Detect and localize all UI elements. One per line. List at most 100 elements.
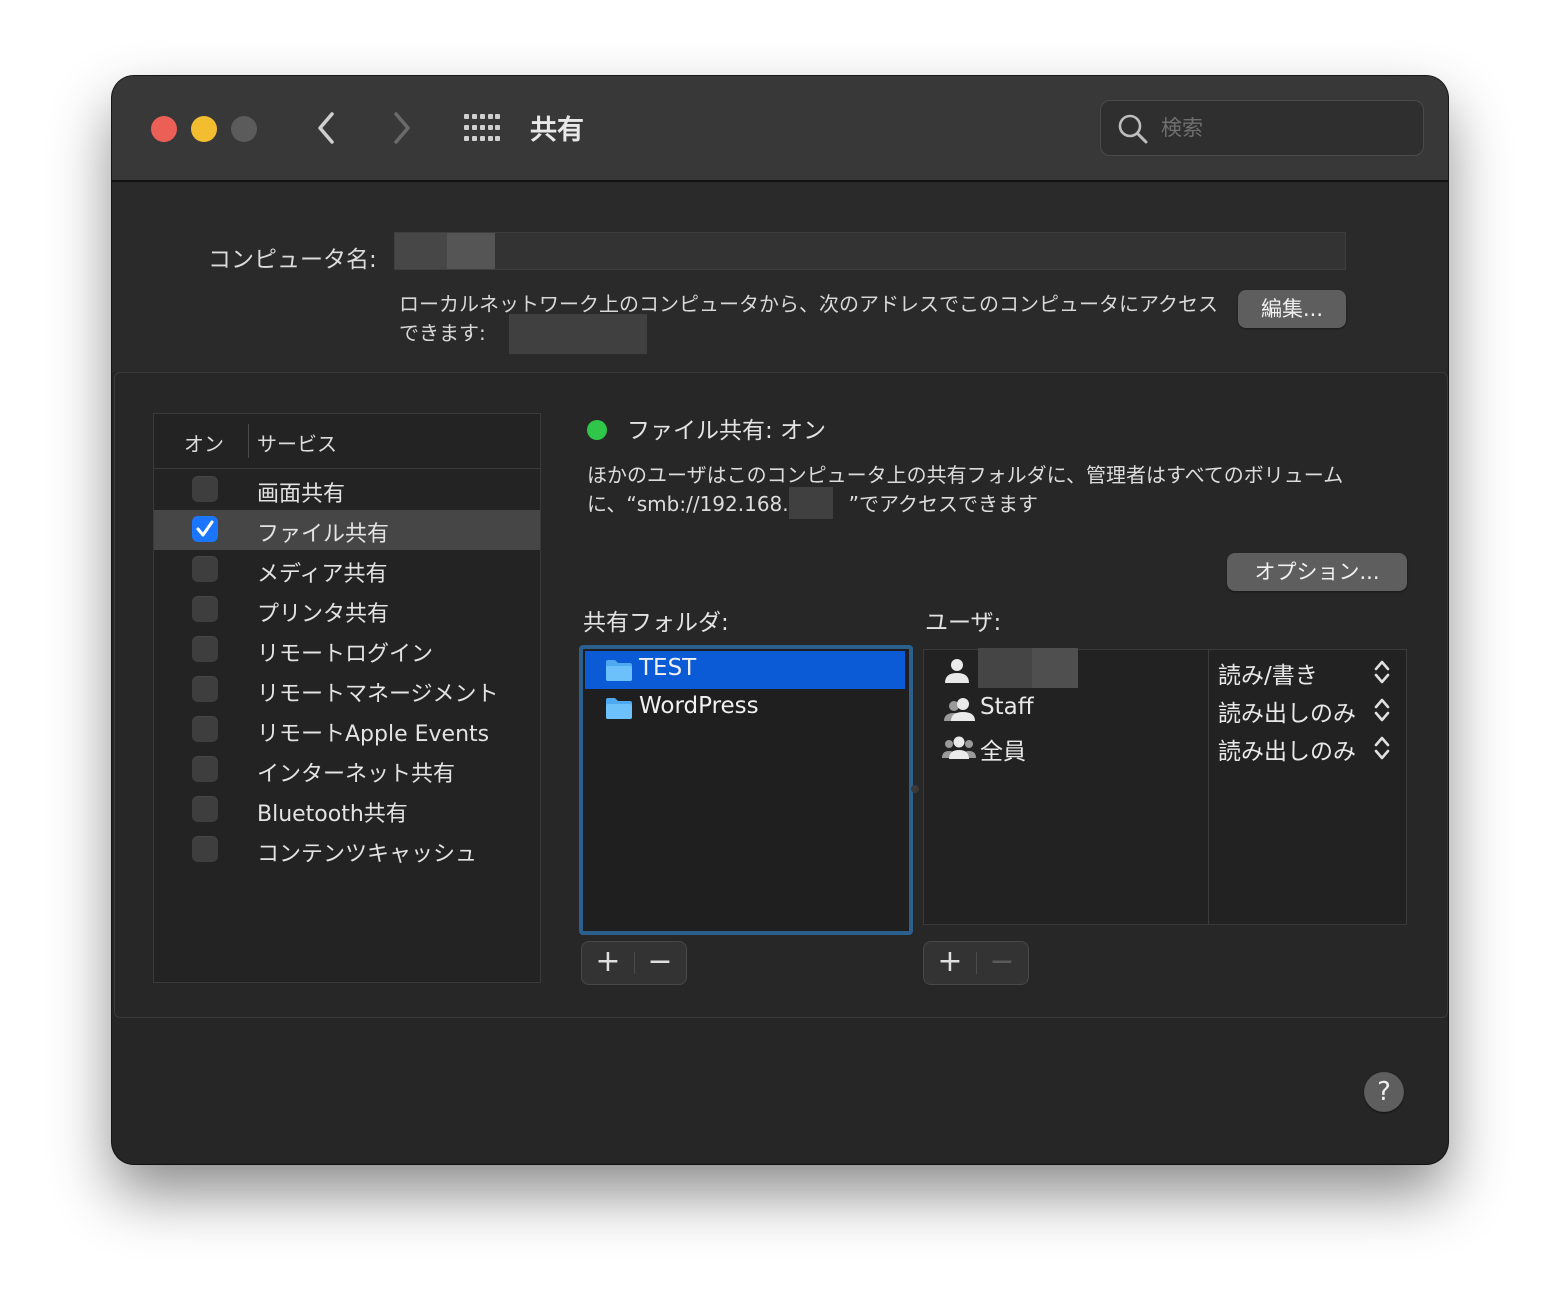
search-icon bbox=[1118, 114, 1148, 144]
checkmark-icon bbox=[196, 520, 214, 537]
service-checkbox[interactable] bbox=[192, 476, 218, 502]
shared-folder-row[interactable]: TEST bbox=[585, 651, 905, 689]
service-checkbox[interactable] bbox=[192, 636, 218, 662]
service-label: プリンタ共有 bbox=[257, 602, 390, 627]
column-divider bbox=[248, 424, 249, 458]
service-row[interactable]: Bluetooth共有 bbox=[154, 790, 540, 830]
options-button[interactable]: オプション... bbox=[1227, 553, 1407, 591]
stepper-icon bbox=[1374, 698, 1390, 722]
permission-popup-arrows[interactable] bbox=[1372, 734, 1392, 766]
folder-icon bbox=[606, 698, 632, 719]
permission-popup[interactable]: 読み出しのみ bbox=[1218, 732, 1356, 766]
forward-button[interactable] bbox=[382, 106, 422, 150]
users-label: ユーザ: bbox=[925, 610, 1002, 636]
split-divider-handle[interactable] bbox=[911, 785, 919, 793]
service-label: リモートApple Events bbox=[257, 722, 490, 747]
service-checkbox[interactable] bbox=[192, 796, 218, 822]
user-name: Staff bbox=[980, 694, 1034, 720]
title-bar: 共有 bbox=[112, 76, 1448, 182]
service-label: リモートマネージメント bbox=[257, 682, 499, 707]
user-name: 全員 bbox=[980, 739, 1026, 765]
redacted-username bbox=[978, 648, 1078, 688]
service-checkbox[interactable] bbox=[192, 836, 218, 862]
group-icon bbox=[942, 694, 976, 728]
user-row[interactable]: 読み/書き bbox=[924, 648, 1406, 690]
redacted-block bbox=[447, 233, 495, 269]
status-indicator bbox=[587, 420, 607, 440]
service-row[interactable]: メディア共有 bbox=[154, 550, 540, 590]
sharing-panel: オン サービス 画面共有ファイル共有 メディア共有 プリンタ共有リモートログインリモ… bbox=[114, 372, 1448, 1018]
service-label: ファイル共有 bbox=[257, 522, 390, 547]
service-row[interactable]: コンテンツキャッシュ bbox=[154, 830, 540, 870]
service-checkbox[interactable] bbox=[192, 676, 218, 702]
show-all-button[interactable] bbox=[464, 114, 500, 142]
computer-name-section: コンピュータ名: ローカルネットワーク上のコンピュータから、次のアドレスでこのコ… bbox=[112, 182, 1448, 372]
add-folder-button[interactable]: + bbox=[582, 942, 634, 984]
service-label: インターネット共有 bbox=[257, 762, 456, 787]
computer-name-label: コンピュータ名: bbox=[208, 247, 377, 273]
folder-icon bbox=[606, 660, 632, 681]
users-table[interactable]: 読み/書き Staff 読み出しのみ 全員 読み出しのみ bbox=[923, 648, 1407, 925]
permission-popup[interactable]: 読み/書き bbox=[1218, 656, 1318, 690]
service-checkbox[interactable] bbox=[192, 516, 218, 542]
service-checkbox[interactable] bbox=[192, 556, 218, 582]
file-sharing-description: ほかのユーザはこのコンピュータ上の共有フォルダに、管理者はすべてのボリュームに、… bbox=[587, 463, 1344, 516]
window-title: 共有 bbox=[530, 115, 584, 146]
service-checkbox[interactable] bbox=[192, 756, 218, 782]
service-row[interactable]: 画面共有 bbox=[154, 470, 540, 510]
redacted-address bbox=[509, 314, 647, 354]
edit-button[interactable]: 編集... bbox=[1238, 290, 1346, 328]
shared-folders-list[interactable]: TEST WordPress bbox=[579, 645, 913, 935]
user-add-remove-control: + − bbox=[923, 941, 1029, 985]
service-row[interactable]: ファイル共有 bbox=[154, 510, 540, 550]
search-field[interactable] bbox=[1100, 100, 1424, 156]
permission-popup[interactable]: 読み出しのみ bbox=[1218, 694, 1356, 728]
folder-add-remove-control: + − bbox=[581, 941, 687, 985]
chevron-right-icon bbox=[394, 112, 410, 144]
single-user-icon bbox=[942, 656, 972, 690]
redacted-block bbox=[395, 233, 447, 269]
permission-popup-arrows[interactable] bbox=[1372, 658, 1392, 690]
system-preferences-window: 共有 コンピュータ名: ローカルネットワーク上のコンピュータから、次のアドレスで… bbox=[112, 76, 1448, 1164]
column-header-service[interactable]: サービス bbox=[257, 428, 337, 457]
permission-popup-arrows[interactable] bbox=[1372, 696, 1392, 728]
minimize-button[interactable] bbox=[191, 116, 217, 142]
zoom-button[interactable] bbox=[231, 116, 257, 142]
service-list-header: オン サービス bbox=[154, 414, 540, 469]
service-row[interactable]: リモートログイン bbox=[154, 630, 540, 670]
add-user-button[interactable]: + bbox=[924, 942, 976, 984]
grid-icon bbox=[464, 114, 500, 141]
column-header-on[interactable]: オン bbox=[184, 428, 224, 457]
remove-user-button[interactable]: − bbox=[976, 942, 1028, 984]
service-row[interactable]: プリンタ共有 bbox=[154, 590, 540, 630]
service-label: 画面共有 bbox=[257, 482, 346, 507]
service-label: リモートログイン bbox=[257, 642, 434, 667]
service-row[interactable]: インターネット共有 bbox=[154, 750, 540, 790]
file-sharing-status: ファイル共有: オン bbox=[627, 418, 827, 444]
service-list: オン サービス 画面共有ファイル共有 メディア共有 プリンタ共有リモートログインリモ… bbox=[153, 413, 541, 983]
shared-folder-row[interactable]: WordPress bbox=[585, 689, 905, 727]
chevron-left-icon bbox=[318, 112, 334, 144]
back-button[interactable] bbox=[308, 106, 348, 150]
service-label: コンテンツキャッシュ bbox=[257, 842, 478, 867]
service-row[interactable]: リモートマネージメント bbox=[154, 670, 540, 710]
computer-name-field[interactable] bbox=[394, 232, 1346, 270]
remove-folder-button[interactable]: − bbox=[634, 942, 686, 984]
stepper-icon bbox=[1374, 736, 1390, 760]
folder-name: TEST bbox=[639, 655, 697, 681]
help-button[interactable]: ? bbox=[1364, 1072, 1404, 1112]
redacted-ip bbox=[789, 487, 833, 519]
service-label: Bluetooth共有 bbox=[257, 802, 408, 827]
search-input[interactable] bbox=[1159, 111, 1413, 145]
user-row[interactable]: 全員 読み出しのみ bbox=[924, 728, 1406, 766]
shared-folders-label: 共有フォルダ: bbox=[583, 610, 729, 636]
service-row[interactable]: リモートApple Events bbox=[154, 710, 540, 750]
close-button[interactable] bbox=[151, 116, 177, 142]
stepper-icon bbox=[1374, 660, 1390, 684]
service-checkbox[interactable] bbox=[192, 716, 218, 742]
everyone-icon bbox=[942, 732, 976, 766]
user-row[interactable]: Staff 読み出しのみ bbox=[924, 690, 1406, 728]
service-label: メディア共有 bbox=[257, 562, 388, 587]
folder-name: WordPress bbox=[639, 693, 759, 719]
service-checkbox[interactable] bbox=[192, 596, 218, 622]
